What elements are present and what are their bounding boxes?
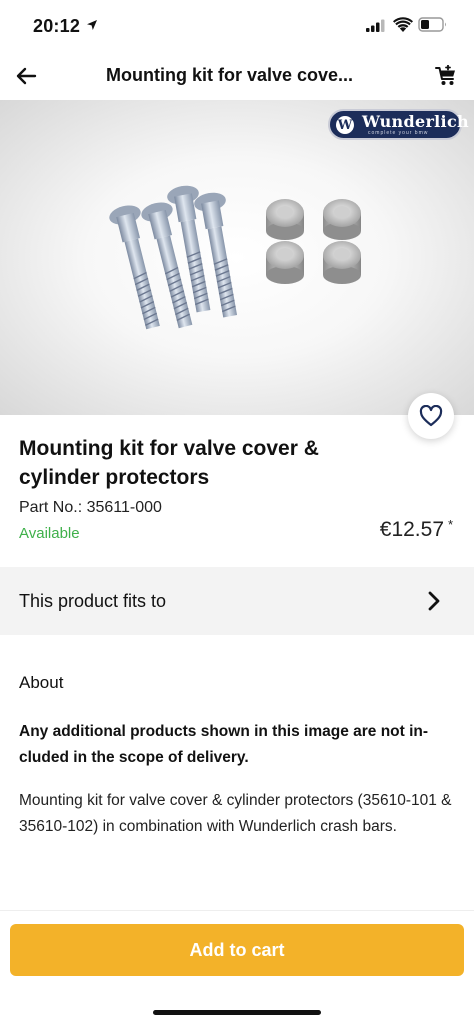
part-number: Part No.: 35611-000	[19, 499, 162, 516]
brand-logo: W Wunderlich complete your BMW	[328, 109, 469, 140]
spacer-3	[266, 241, 304, 284]
back-button[interactable]	[10, 60, 42, 92]
cellular-signal-icon	[366, 19, 385, 32]
product-price: €12.57	[379, 518, 444, 541]
location-arrow-icon	[87, 20, 97, 30]
brand-tagline: complete your BMW	[368, 130, 429, 136]
mounting-kit-parts-image	[109, 185, 361, 330]
availability-status: Available	[19, 525, 80, 542]
about-delivery-note: Any additional products shown in this im…	[19, 723, 429, 766]
spacer-1	[266, 199, 304, 240]
bottom-action-bar: Add to cart	[0, 910, 474, 1024]
about-heading: About	[19, 673, 64, 692]
product-image[interactable]: W Wunderlich complete your BMW	[0, 100, 474, 415]
chevron-right-icon	[428, 591, 440, 611]
shopping-cart-icon	[435, 65, 455, 85]
arrow-left-icon	[16, 67, 37, 85]
about-description: Mounting kit for valve cover & cylinder …	[19, 792, 452, 835]
spacer-4	[323, 241, 361, 284]
fits-label: This product fits to	[19, 591, 167, 611]
battery-icon	[418, 17, 446, 32]
page-title: Mounting kit for valve cove...	[106, 65, 354, 85]
status-time: 20:12	[33, 16, 81, 36]
product-title: Mounting kit for valve cover & cylinder …	[19, 437, 319, 489]
brand-name: Wunderlich	[362, 112, 469, 131]
add-to-cart-button[interactable]: Add to cart	[10, 924, 464, 976]
wifi-icon	[393, 17, 413, 32]
cart-button[interactable]	[432, 62, 460, 90]
brand-emblem: W	[334, 114, 356, 136]
price-footnote-marker: *	[448, 517, 454, 532]
home-indicator	[153, 1010, 321, 1015]
spacer-2	[323, 199, 361, 240]
favorite-button[interactable]	[408, 393, 454, 439]
status-bar: 20:12	[0, 0, 474, 52]
heart-outline-icon	[419, 405, 443, 427]
product-fits-row[interactable]: This product fits to	[0, 567, 474, 635]
navigation-bar: Mounting kit for valve cove...	[0, 52, 474, 100]
